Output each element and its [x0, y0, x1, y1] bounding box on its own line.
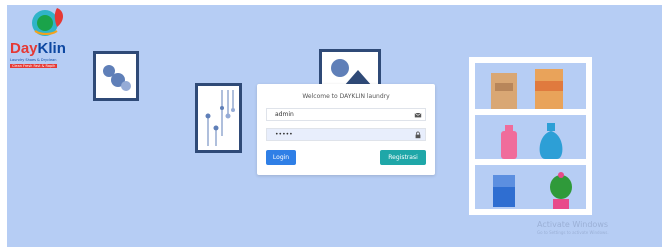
- dots-art-icon: [103, 65, 131, 91]
- envelope-icon: [414, 112, 422, 118]
- landscape-art-icon: [331, 59, 372, 86]
- shelf-top: [475, 63, 586, 109]
- wall-frame-plants: [195, 83, 242, 153]
- bottles-icon: [501, 123, 563, 159]
- watermark-title: Activate Windows: [537, 220, 609, 229]
- username-field[interactable]: admin: [266, 108, 426, 121]
- brand-tagline: Laundry Shoes & Dryclean: [10, 58, 57, 62]
- jar-cactus-icon: [493, 172, 572, 209]
- password-value: •••••: [275, 131, 293, 138]
- register-button[interactable]: Registrasi: [380, 150, 426, 165]
- shelf-bottom: [475, 165, 586, 209]
- lock-icon: [415, 131, 421, 139]
- wall-frame-landscape: [319, 49, 381, 89]
- watermark-subtitle: Go to Settings to activate Windows.: [537, 230, 609, 235]
- login-title: Welcome to DAYKLIN laundry: [302, 93, 390, 100]
- username-value: admin: [275, 111, 294, 118]
- login-card: Welcome to DAYKLIN laundry admin ••••• L…: [257, 84, 435, 175]
- shelf-middle: [475, 115, 586, 159]
- dayklin-logo: DayKlin Laundry Shoes & Dryclean Clean F…: [7, 5, 97, 85]
- login-background: DayKlin Laundry Shoes & Dryclean Clean F…: [7, 5, 662, 247]
- password-field[interactable]: •••••: [266, 128, 426, 141]
- plant-art-icon: [205, 90, 235, 146]
- brand-day: Day: [10, 40, 38, 57]
- brand-klin: Klin: [37, 40, 66, 57]
- brand-slogan: Clean Fresh Fast & Rapih: [10, 64, 58, 68]
- boxes-icon: [491, 69, 563, 109]
- shelf-illustration: [469, 57, 592, 215]
- wall-frame-dots: [93, 51, 139, 101]
- login-button[interactable]: Login: [266, 150, 296, 165]
- activate-windows-watermark: Activate Windows Go to Settings to activ…: [537, 221, 609, 237]
